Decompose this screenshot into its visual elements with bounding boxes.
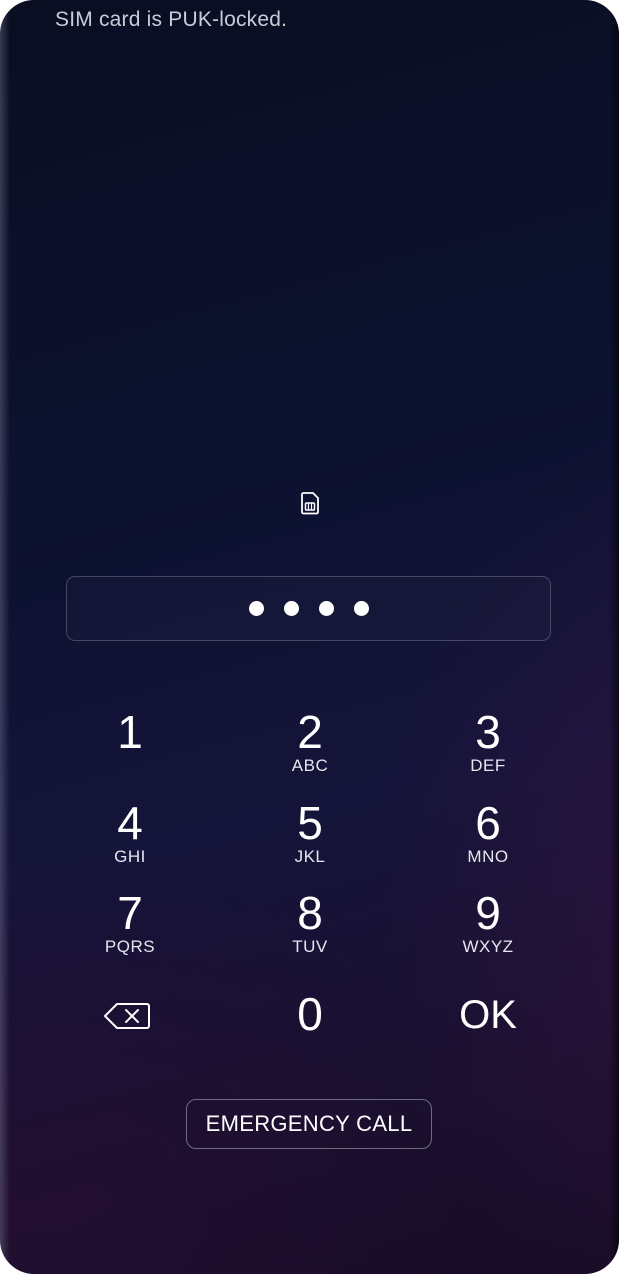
ok-label: OK [459,993,517,1037]
key-0[interactable]: 0 [235,990,385,1076]
screen-edge-right [609,0,619,1274]
key-letters: ABC [291,756,329,775]
puk-lock-screen: SIM card is PUK-locked. 1 2 ABC 3 DEF 4 … [0,0,619,1274]
key-letters: MNO [467,847,509,866]
key-digit: 2 [297,706,323,758]
key-6[interactable]: 6 MNO [413,799,563,885]
pin-dot [248,601,264,616]
key-5[interactable]: 5 JKL [235,799,385,885]
key-digit: 8 [297,887,323,939]
screen-edge-left [0,0,10,1274]
key-9[interactable]: 9 WXYZ [413,889,563,975]
ok-button[interactable]: OK [413,990,563,1076]
key-letters: GHI [114,847,146,866]
key-2[interactable]: 2 ABC [235,708,385,794]
pin-dot [318,601,334,616]
key-digit: 3 [475,706,501,758]
puk-code-field[interactable] [66,576,551,641]
key-digit: 7 [117,887,143,939]
key-digit: 6 [475,797,501,849]
key-digit: 1 [117,706,143,758]
key-8[interactable]: 8 TUV [235,889,385,975]
pin-dots [67,577,550,640]
key-digit: 4 [117,797,143,849]
key-letters: TUV [292,937,328,956]
key-letters: PQRS [104,937,156,956]
backspace-icon[interactable] [103,1001,151,1031]
sim-card-icon [301,492,319,515]
key-digit: 9 [475,887,501,939]
key-3[interactable]: 3 DEF [413,708,563,794]
sim-status-message: SIM card is PUK-locked. [55,8,288,31]
key-letters: DEF [470,756,506,775]
key-4[interactable]: 4 GHI [55,799,205,885]
key-digit: 5 [297,797,323,849]
key-digit: 0 [297,988,323,1040]
key-letters: WXYZ [462,937,514,956]
key-1[interactable]: 1 [55,708,205,794]
key-letters: JKL [294,847,326,866]
key-7[interactable]: 7 PQRS [55,889,205,975]
emergency-call-button[interactable]: EMERGENCY CALL [186,1099,432,1149]
pin-dot [283,601,299,616]
pin-dot [353,601,369,616]
